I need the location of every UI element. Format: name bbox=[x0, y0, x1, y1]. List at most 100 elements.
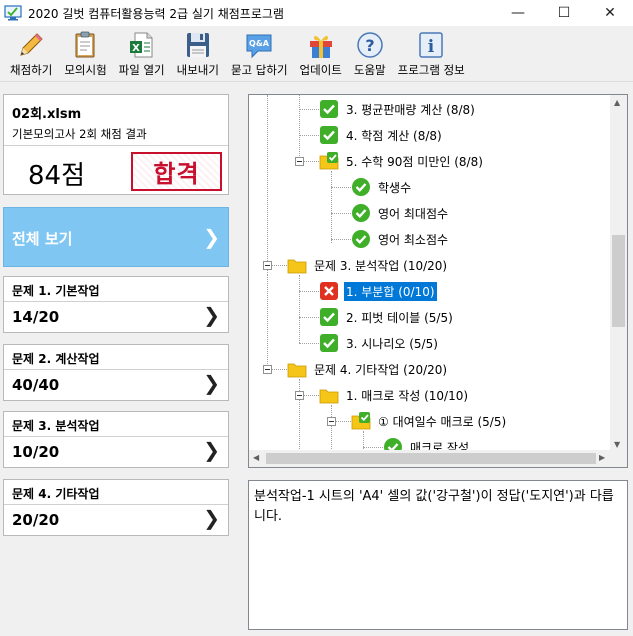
qa-bubble-icon: Q&A bbox=[246, 34, 272, 59]
view-all-button[interactable]: 전체 보기 ❯ bbox=[3, 207, 229, 267]
check-circle-icon bbox=[352, 204, 370, 222]
pencil-icon bbox=[20, 33, 43, 56]
check-circle-icon bbox=[352, 178, 370, 196]
program-info-button[interactable]: i 프로그램 정보 bbox=[392, 26, 471, 80]
divider bbox=[4, 436, 228, 437]
tree-item[interactable]: 3. 시나리오 (5/5) bbox=[319, 333, 440, 353]
tree-item-label: 문제 3. 분석작업 (10/20) bbox=[314, 258, 448, 273]
divider bbox=[4, 369, 228, 370]
collapse-toggle[interactable] bbox=[263, 365, 272, 374]
tree-line bbox=[304, 395, 319, 396]
tree-line bbox=[331, 405, 332, 452]
qa-label: 묻고 답하기 bbox=[230, 63, 288, 77]
maximize-button[interactable]: ☐ bbox=[541, 0, 587, 26]
minimize-button[interactable]: — bbox=[495, 0, 541, 26]
clipboard-icon bbox=[75, 31, 95, 58]
collapse-toggle[interactable] bbox=[295, 157, 304, 166]
scroll-thumb[interactable] bbox=[266, 453, 596, 464]
result-subtitle: 기본모의고사 2회 채점 결과 bbox=[12, 127, 147, 141]
tree-item-label: 4. 학점 계산 (8/8) bbox=[346, 128, 442, 143]
collapse-toggle[interactable] bbox=[295, 391, 304, 400]
tree-item[interactable]: 1. 매크로 작성 (10/10) bbox=[319, 385, 470, 405]
tree-item[interactable]: 문제 4. 기타작업 (20/20) bbox=[287, 359, 449, 379]
toolbar: 채점하기 모의시험 X 파일 열기 내보내기 Q&A 묻고 답하기 업데이트 ?… bbox=[0, 26, 633, 82]
mock-exam-button[interactable]: 모의시험 bbox=[58, 26, 112, 80]
grading-tree[interactable]: 3. 평균판매량 계산 (8/8) 4. 학점 계산 (8/8) 5. 수학 9… bbox=[249, 95, 609, 452]
tree-item-selected[interactable]: 1. 부분합 (0/10) bbox=[319, 281, 437, 301]
scroll-up-icon[interactable]: ▲ bbox=[614, 98, 620, 107]
collapse-toggle[interactable] bbox=[327, 417, 336, 426]
app-icon bbox=[4, 5, 22, 21]
help-button[interactable]: ? 도움말 bbox=[348, 26, 392, 80]
open-file-button[interactable]: X 파일 열기 bbox=[113, 26, 171, 80]
tree-item[interactable]: 2. 피벗 테이블 (5/5) bbox=[319, 307, 455, 327]
tree-item[interactable]: 4. 학점 계산 (8/8) bbox=[319, 125, 444, 145]
help-label: 도움말 bbox=[353, 63, 386, 77]
section-card-3[interactable]: 문제 3. 분석작업 10/20 ❯ bbox=[3, 411, 229, 468]
tree-line bbox=[331, 187, 351, 188]
tree-line bbox=[272, 265, 287, 266]
chevron-right-icon: ❯ bbox=[203, 225, 220, 249]
svg-text:?: ? bbox=[365, 36, 374, 55]
scroll-down-icon[interactable]: ▼ bbox=[614, 440, 620, 449]
update-button[interactable]: 업데이트 bbox=[294, 26, 348, 80]
section-card-1[interactable]: 문제 1. 기본작업 14/20 ❯ bbox=[3, 276, 229, 333]
chevron-right-icon: ❯ bbox=[203, 438, 220, 462]
tree-item[interactable]: 3. 평균판매량 계산 (8/8) bbox=[319, 99, 477, 119]
tree-line bbox=[299, 135, 319, 136]
tree-item[interactable]: 학생수 bbox=[351, 177, 413, 197]
chevron-right-icon: ❯ bbox=[203, 371, 220, 395]
horizontal-scrollbar[interactable]: ◀ ▶ bbox=[249, 450, 627, 467]
folder-icon bbox=[287, 259, 307, 274]
tree-line bbox=[336, 421, 351, 422]
tree-item-label: 학생수 bbox=[378, 180, 412, 195]
close-button[interactable]: ✕ bbox=[587, 0, 633, 26]
grading-message-box[interactable]: 분석작업-1 시트의 'A4' 셀의 값('강구철')이 정답('도지연')과 … bbox=[248, 480, 628, 630]
section-title: 문제 1. 기본작업 bbox=[12, 284, 100, 298]
collapse-toggle[interactable] bbox=[263, 261, 272, 270]
vertical-scrollbar[interactable]: ▲ ▼ bbox=[610, 95, 627, 452]
scroll-left-icon[interactable]: ◀ bbox=[253, 453, 259, 462]
section-title: 문제 4. 기타작업 bbox=[12, 487, 100, 501]
tree-line bbox=[267, 95, 268, 275]
tree-item-label: 1. 매크로 작성 (10/10) bbox=[346, 388, 469, 403]
grade-button[interactable]: 채점하기 bbox=[4, 26, 58, 80]
tree-line bbox=[363, 447, 383, 448]
export-button[interactable]: 내보내기 bbox=[171, 26, 225, 80]
section-title: 문제 2. 계산작업 bbox=[12, 352, 100, 366]
fail-icon bbox=[320, 282, 338, 300]
excel-file-icon: X bbox=[129, 32, 153, 58]
tree-item[interactable]: 영어 최대점수 bbox=[351, 203, 450, 223]
tree-line bbox=[299, 343, 319, 344]
section-score: 14/20 bbox=[12, 308, 60, 326]
folder-check-icon bbox=[351, 412, 371, 430]
tree-line bbox=[299, 275, 300, 343]
update-label: 업데이트 bbox=[299, 63, 342, 77]
tree-line bbox=[331, 171, 332, 243]
tree-item[interactable]: ① 대여일수 매크로 (5/5) bbox=[351, 411, 508, 431]
svg-text:Q&A: Q&A bbox=[249, 39, 270, 48]
tree-item[interactable]: 영어 최소점수 bbox=[351, 229, 450, 249]
file-summary-card: 02회.xlsm 기본모의고사 2회 채점 결과 84점 합격 bbox=[3, 94, 229, 195]
tree-line bbox=[331, 239, 351, 240]
section-card-2[interactable]: 문제 2. 계산작업 40/40 ❯ bbox=[3, 344, 229, 401]
result-sidebar: 02회.xlsm 기본모의고사 2회 채점 결과 84점 합격 전체 보기 ❯ … bbox=[0, 91, 240, 636]
grade-label: 채점하기 bbox=[10, 63, 53, 77]
scroll-right-icon[interactable]: ▶ bbox=[599, 453, 605, 462]
section-card-4[interactable]: 문제 4. 기타작업 20/20 ❯ bbox=[3, 479, 229, 536]
tree-item[interactable]: 5. 수학 90점 미만인 (8/8) bbox=[319, 151, 485, 171]
scroll-thumb[interactable] bbox=[612, 235, 625, 327]
divider bbox=[4, 145, 228, 146]
gift-icon bbox=[309, 35, 332, 58]
qa-button[interactable]: Q&A 묻고 답하기 bbox=[225, 26, 294, 80]
tree-item[interactable]: 문제 3. 분석작업 (10/20) bbox=[287, 255, 449, 275]
svg-text:i: i bbox=[428, 37, 435, 57]
window-title: 2020 길벗 컴퓨터활용능력 2급 실기 채점프로그램 bbox=[28, 6, 284, 21]
check-icon bbox=[320, 308, 338, 326]
tree-item-label: 영어 최대점수 bbox=[378, 206, 449, 221]
tree-line bbox=[299, 95, 300, 160]
check-circle-icon bbox=[352, 230, 370, 248]
check-icon bbox=[320, 334, 338, 352]
help-icon: ? bbox=[356, 32, 383, 58]
export-label: 내보내기 bbox=[176, 63, 219, 77]
